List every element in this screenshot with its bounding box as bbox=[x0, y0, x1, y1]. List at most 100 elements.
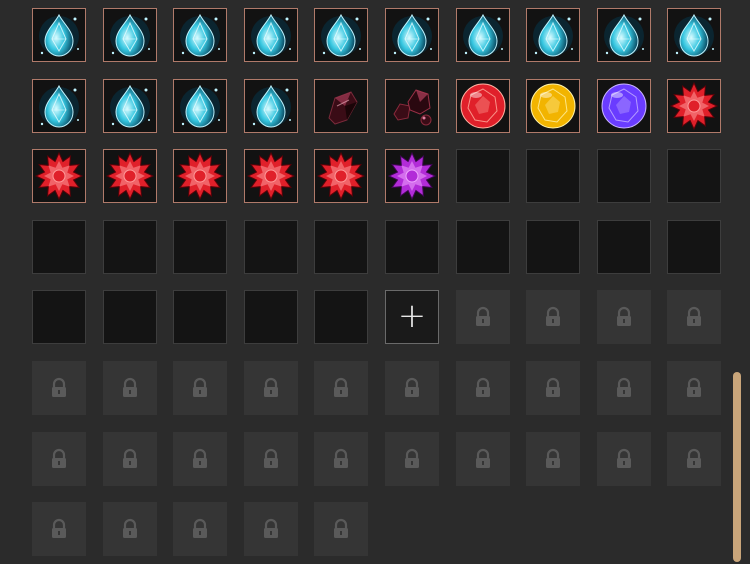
inventory-slot-item[interactable] bbox=[456, 79, 510, 133]
inventory-slot-locked bbox=[103, 361, 157, 415]
inventory-slot-item[interactable] bbox=[103, 8, 157, 62]
inventory-slot-empty[interactable] bbox=[526, 149, 580, 203]
inventory-slot-empty[interactable] bbox=[597, 149, 651, 203]
inventory-slot-locked bbox=[456, 290, 510, 344]
inventory-slot-locked bbox=[32, 361, 86, 415]
inventory-slot-empty[interactable] bbox=[103, 290, 157, 344]
lock-icon bbox=[260, 448, 282, 470]
inventory-slot-item[interactable] bbox=[244, 79, 298, 133]
inventory-slot-locked bbox=[597, 361, 651, 415]
red-round-gem-icon bbox=[457, 80, 509, 132]
inventory-slot-empty[interactable] bbox=[456, 220, 510, 274]
red-star-gem-icon bbox=[315, 150, 367, 202]
inventory-slot-locked bbox=[597, 290, 651, 344]
inventory-slot-item[interactable] bbox=[526, 8, 580, 62]
inventory-slot-item[interactable] bbox=[244, 8, 298, 62]
lock-icon bbox=[401, 448, 423, 470]
red-star-gem-icon bbox=[33, 150, 85, 202]
lock-icon bbox=[472, 448, 494, 470]
inventory-slot-locked bbox=[244, 502, 298, 556]
inventory-slot-empty[interactable] bbox=[32, 220, 86, 274]
scrollbar-thumb[interactable] bbox=[733, 372, 741, 562]
inventory-slot-item[interactable] bbox=[385, 79, 439, 133]
inventory-slot-item[interactable] bbox=[314, 149, 368, 203]
aqua-drop-gem-icon bbox=[245, 9, 297, 61]
inventory-slot-locked bbox=[526, 290, 580, 344]
inventory-slot-item[interactable] bbox=[173, 79, 227, 133]
inventory-slot-item[interactable] bbox=[314, 79, 368, 133]
inventory-slot-item[interactable] bbox=[526, 79, 580, 133]
lock-icon bbox=[542, 448, 564, 470]
inventory-slot-locked bbox=[32, 432, 86, 486]
inventory-slot-empty[interactable] bbox=[667, 220, 721, 274]
lock-icon bbox=[48, 377, 70, 399]
dark-garnet-shard-icon bbox=[315, 80, 367, 132]
inventory-slot-item[interactable] bbox=[103, 79, 157, 133]
inventory-slot-item[interactable] bbox=[173, 149, 227, 203]
inventory-slot-item[interactable] bbox=[667, 79, 721, 133]
lock-icon bbox=[613, 306, 635, 328]
plus-icon: + bbox=[397, 295, 427, 336]
lock-icon bbox=[542, 377, 564, 399]
inventory-slot-empty[interactable] bbox=[173, 220, 227, 274]
inventory-slot-locked bbox=[103, 502, 157, 556]
inventory-slot-empty[interactable] bbox=[667, 149, 721, 203]
aqua-drop-gem-icon bbox=[245, 80, 297, 132]
inventory-slot-item[interactable] bbox=[385, 149, 439, 203]
lock-icon bbox=[542, 306, 564, 328]
inventory-slot-item[interactable] bbox=[314, 8, 368, 62]
lock-icon bbox=[683, 377, 705, 399]
inventory-slot-empty[interactable] bbox=[385, 220, 439, 274]
inventory-slot-empty[interactable] bbox=[32, 290, 86, 344]
inventory-slot-item[interactable] bbox=[32, 8, 86, 62]
inventory-slot-item[interactable] bbox=[597, 79, 651, 133]
aqua-drop-gem-icon bbox=[457, 9, 509, 61]
inventory-slot-empty[interactable] bbox=[314, 290, 368, 344]
inventory-slot-item[interactable] bbox=[456, 8, 510, 62]
inventory-slot-locked bbox=[385, 432, 439, 486]
lock-icon bbox=[260, 518, 282, 540]
purple-round-gem-icon bbox=[598, 80, 650, 132]
inventory-slot-item[interactable] bbox=[32, 79, 86, 133]
aqua-drop-gem-icon bbox=[33, 80, 85, 132]
lock-icon bbox=[330, 518, 352, 540]
inventory-slot-locked bbox=[103, 432, 157, 486]
inventory-slot-empty[interactable] bbox=[244, 290, 298, 344]
inventory-slot-empty[interactable] bbox=[103, 220, 157, 274]
inventory-slot-empty[interactable] bbox=[314, 220, 368, 274]
inventory-slot-item[interactable] bbox=[244, 149, 298, 203]
inventory-slot-empty[interactable] bbox=[456, 149, 510, 203]
inventory-slot-locked bbox=[456, 432, 510, 486]
inventory-slot-empty[interactable] bbox=[173, 290, 227, 344]
inventory-slot-locked bbox=[32, 502, 86, 556]
aqua-drop-gem-icon bbox=[174, 9, 226, 61]
red-star-gem-icon bbox=[104, 150, 156, 202]
inventory-slot-locked bbox=[526, 361, 580, 415]
inventory-grid: + bbox=[0, 0, 730, 564]
lock-icon bbox=[330, 448, 352, 470]
inventory-slot-locked bbox=[526, 432, 580, 486]
inventory-slot-item[interactable] bbox=[597, 8, 651, 62]
aqua-drop-gem-icon bbox=[668, 9, 720, 61]
expand-inventory-button[interactable]: + bbox=[385, 290, 439, 344]
inventory-slot-item[interactable] bbox=[385, 8, 439, 62]
dark-garnet-cluster-icon bbox=[386, 80, 438, 132]
red-star-gem-icon bbox=[668, 80, 720, 132]
inventory-slot-item[interactable] bbox=[32, 149, 86, 203]
inventory-slot-empty[interactable] bbox=[244, 220, 298, 274]
inventory-slot-empty[interactable] bbox=[597, 220, 651, 274]
inventory-slot-locked bbox=[667, 290, 721, 344]
lock-icon bbox=[48, 518, 70, 540]
lock-icon bbox=[189, 518, 211, 540]
lock-icon bbox=[683, 306, 705, 328]
inventory-slot-locked bbox=[173, 361, 227, 415]
inventory-slot-item[interactable] bbox=[103, 149, 157, 203]
inventory-slot-empty[interactable] bbox=[526, 220, 580, 274]
aqua-drop-gem-icon bbox=[598, 9, 650, 61]
red-star-gem-icon bbox=[174, 150, 226, 202]
inventory-slot-item[interactable] bbox=[667, 8, 721, 62]
purple-star-gem-icon bbox=[386, 150, 438, 202]
lock-icon bbox=[613, 448, 635, 470]
inventory-slot-item[interactable] bbox=[173, 8, 227, 62]
yellow-round-gem-icon bbox=[527, 80, 579, 132]
